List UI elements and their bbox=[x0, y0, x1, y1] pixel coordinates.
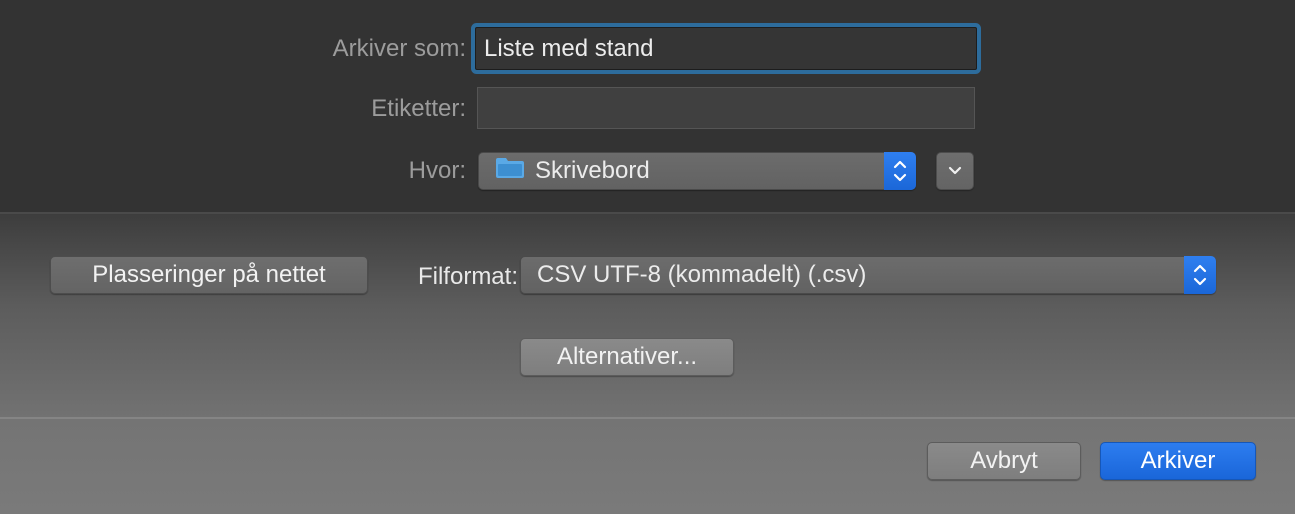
options-button[interactable]: Alternativer... bbox=[520, 338, 734, 376]
format-options-area: Plasseringer på nettet Filformat: CSV UT… bbox=[0, 214, 1295, 418]
save-dialog-header: Arkiver som: Liste med stand Etiketter: … bbox=[0, 0, 1295, 213]
save-button[interactable]: Arkiver bbox=[1100, 442, 1256, 480]
up-down-chevron-icon bbox=[1193, 264, 1207, 286]
where-popup[interactable]: Skrivebord bbox=[478, 152, 916, 190]
tags-label: Etiketter: bbox=[371, 95, 466, 122]
where-value: Skrivebord bbox=[535, 157, 650, 184]
save-as-input[interactable]: Liste med stand bbox=[475, 27, 977, 70]
file-format-stepper bbox=[1184, 256, 1216, 294]
expand-dialog-button[interactable] bbox=[936, 152, 974, 190]
up-down-chevron-icon bbox=[893, 160, 907, 182]
file-format-popup[interactable]: CSV UTF-8 (kommadelt) (.csv) bbox=[520, 256, 1216, 294]
save-as-label: Arkiver som: bbox=[332, 35, 466, 62]
file-format-value: CSV UTF-8 (kommadelt) (.csv) bbox=[537, 261, 867, 288]
cancel-button[interactable]: Avbryt bbox=[927, 442, 1081, 480]
chevron-down-icon bbox=[948, 166, 962, 175]
file-format-label: Filformat: bbox=[417, 263, 518, 290]
where-stepper bbox=[884, 152, 916, 190]
where-label: Hvor: bbox=[408, 157, 466, 184]
tags-input[interactable] bbox=[477, 87, 975, 129]
dialog-actions: Avbryt Arkiver bbox=[0, 419, 1295, 514]
save-as-value: Liste med stand bbox=[484, 34, 654, 62]
folder-icon bbox=[495, 157, 525, 186]
